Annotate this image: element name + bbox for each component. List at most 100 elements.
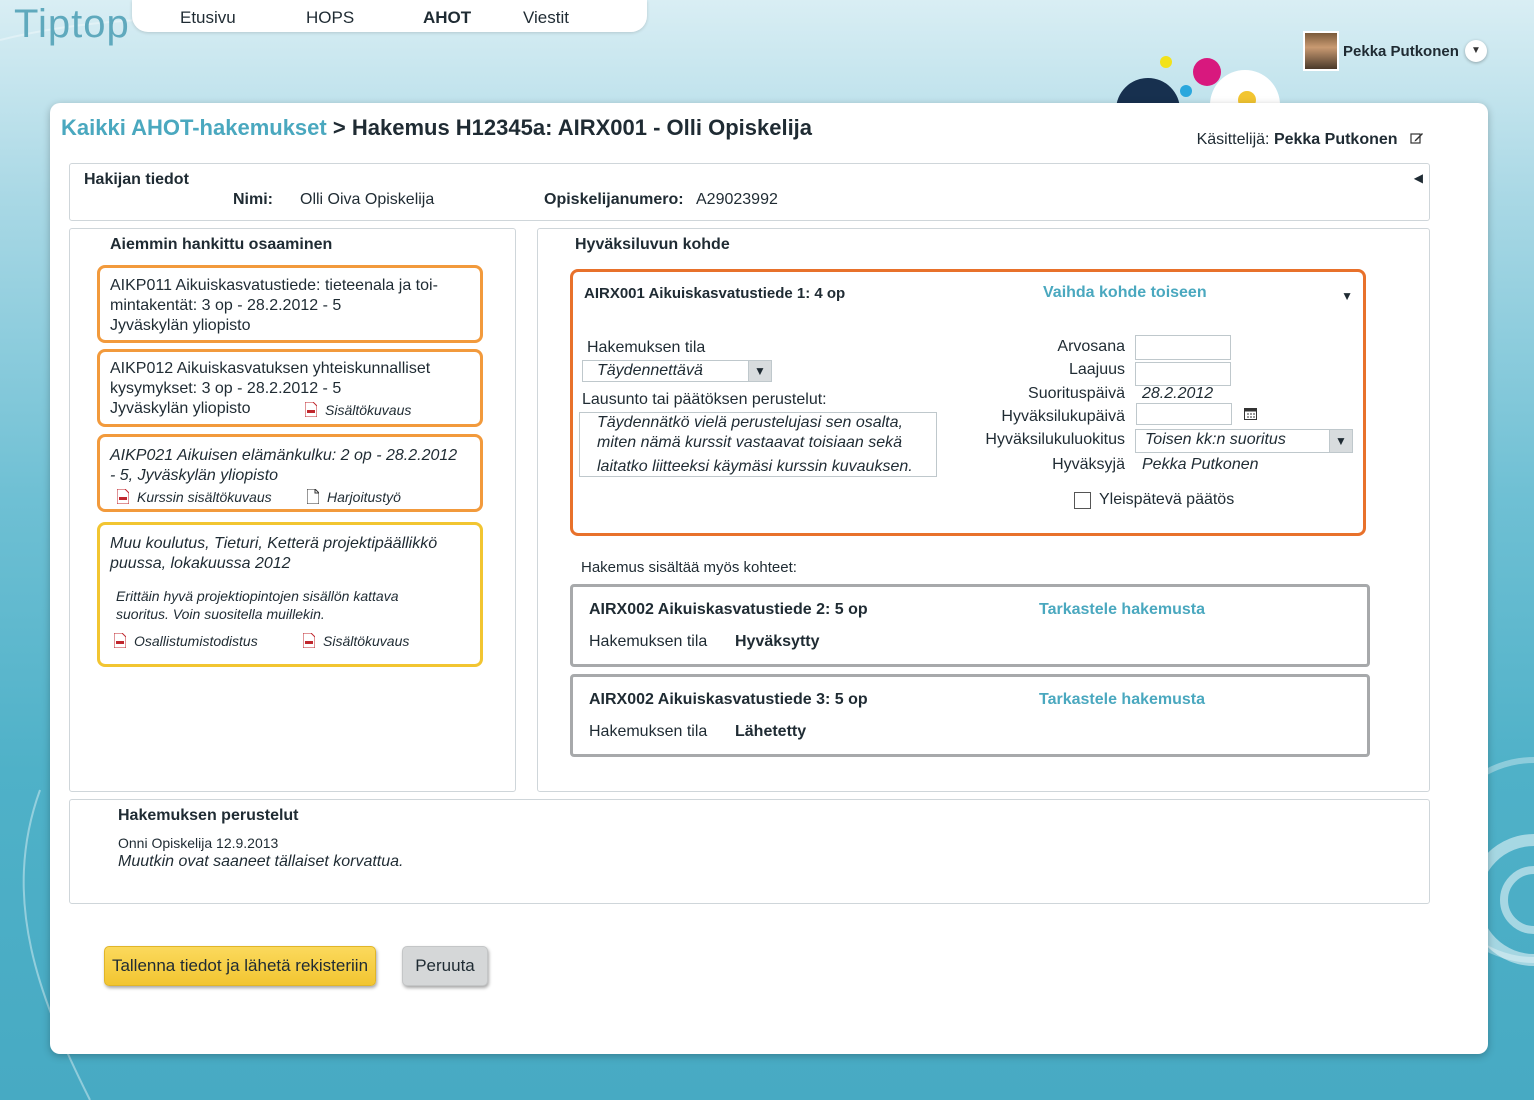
attachment-link[interactable]: Kurssin sisältökuvaus bbox=[117, 489, 272, 505]
card-line: mintakentät: 3 op - 28.2.2012 - 5 bbox=[110, 297, 342, 314]
pdf-icon bbox=[117, 489, 129, 504]
rationale-heading: Hakemuksen perustelut bbox=[118, 807, 299, 824]
related-status-label: Hakemuksen tila bbox=[589, 723, 708, 740]
card-line: Muu koulutus, Tieturi, Ketterä projektip… bbox=[110, 535, 438, 552]
general-decision-label: Yleispätevä päätös bbox=[1099, 491, 1235, 508]
student-number-label: Opiskelijanumero: bbox=[544, 191, 684, 208]
related-status-label: Hakemuksen tila bbox=[589, 633, 708, 650]
accreditation-heading: Hyväksiluvun kohde bbox=[575, 236, 730, 253]
change-target-link[interactable]: Vaihda kohde toiseen bbox=[1043, 284, 1207, 302]
chevron-down-icon: ▼ bbox=[748, 361, 771, 381]
top-navigation: Etusivu HOPS AHOT Viestit bbox=[132, 0, 647, 32]
general-decision-checkbox[interactable] bbox=[1074, 492, 1091, 509]
classification-value: Toisen kk:n suoritus bbox=[1145, 431, 1286, 448]
pdf-icon bbox=[305, 402, 317, 417]
related-status-value: Hyväksytty bbox=[735, 633, 820, 650]
attachment-label: Osallistumistodistus bbox=[134, 633, 258, 649]
prior-learning-heading: Aiemmin hankittu osaaminen bbox=[110, 236, 333, 253]
card-line: AIKP021 Aikuisen elämänkulku: 2 op - 28.… bbox=[110, 447, 458, 464]
completion-date-value: 28.2.2012 bbox=[1142, 385, 1214, 402]
classification-label: Hyväksilukuluokitus bbox=[985, 431, 1125, 448]
rationale-author: Onni Opiskelija 12.9.2013 bbox=[118, 835, 279, 851]
grade-input[interactable] bbox=[1135, 335, 1231, 360]
applicant-section: Hakijan tiedot Nimi: Olli Oiva Opiskelij… bbox=[69, 163, 1430, 221]
attachment-link[interactable]: Harjoitustyö bbox=[307, 489, 401, 505]
prior-learning-card[interactable]: AIKP012 Aikuiskasvatuksen yhteiskunnalli… bbox=[97, 349, 483, 427]
breadcrumb-link[interactable]: Kaikki AHOT-hakemukset bbox=[61, 115, 327, 140]
view-application-link[interactable]: Tarkastele hakemusta bbox=[1039, 691, 1205, 709]
statement-textarea[interactable]: Täydennätkö vielä perustelujasi sen osal… bbox=[579, 412, 937, 477]
attachment-label: Sisältökuvaus bbox=[323, 633, 410, 649]
status-value: Täydennettävä bbox=[597, 362, 703, 379]
status-label: Hakemuksen tila bbox=[587, 339, 706, 356]
handler-info: Käsittelijä: Pekka Putkonen bbox=[1197, 131, 1424, 149]
status-select[interactable]: Täydennettävä ▼ bbox=[582, 360, 772, 382]
card-line: AIKP012 Aikuiskasvatuksen yhteiskunnalli… bbox=[110, 360, 431, 377]
decorative-circles bbox=[1116, 56, 1280, 110]
document-icon bbox=[307, 489, 319, 504]
related-course-title: AIRX002 Aikuiskasvatustiede 2: 5 op bbox=[589, 601, 868, 618]
handler-name: Pekka Putkonen bbox=[1273, 131, 1398, 148]
nav-item-viestit[interactable]: Viestit bbox=[523, 8, 569, 28]
attachment-label: Kurssin sisältökuvaus bbox=[137, 489, 272, 505]
prior-learning-card[interactable]: Muu koulutus, Tieturi, Ketterä projektip… bbox=[97, 522, 483, 667]
attachment-label: Harjoitustyö bbox=[327, 489, 401, 505]
save-and-send-button[interactable]: Tallenna tiedot ja lähetä rekisteriin bbox=[104, 946, 376, 986]
statement-line: Täydennätkö vielä perustelujasi sen osal… bbox=[597, 414, 903, 431]
prior-learning-card[interactable]: AIKP011 Aikuiskasvatustiede: tieteenala … bbox=[97, 265, 483, 343]
nav-item-etusivu[interactable]: Etusivu bbox=[180, 8, 236, 28]
app-logo[interactable]: Tiptop bbox=[14, 2, 130, 47]
related-course-title: AIRX002 Aikuiskasvatustiede 3: 5 op bbox=[589, 691, 868, 708]
rationale-section: Hakemuksen perustelut Onni Opiskelija 12… bbox=[69, 799, 1430, 904]
nav-item-ahot[interactable]: AHOT bbox=[423, 8, 471, 28]
calendar-icon[interactable] bbox=[1244, 407, 1257, 420]
cancel-button[interactable]: Peruuta bbox=[402, 946, 488, 986]
page-title: Hakemus H12345a: AIRX001 - Olli Opiskeli… bbox=[351, 115, 813, 140]
chevron-down-icon[interactable]: ▼ bbox=[1341, 289, 1353, 303]
chevron-down-icon: ▼ bbox=[1329, 430, 1352, 452]
breadcrumb-separator: > bbox=[332, 115, 346, 140]
card-line: Jyväskylän yliopisto bbox=[110, 317, 251, 334]
grade-label: Arvosana bbox=[1057, 338, 1125, 355]
card-line: puussa, lokakuussa 2012 bbox=[110, 555, 291, 572]
view-application-link[interactable]: Tarkastele hakemusta bbox=[1039, 601, 1205, 619]
scope-input[interactable] bbox=[1135, 362, 1231, 386]
main-panel: Kaikki AHOT-hakemukset > Hakemus H12345a… bbox=[50, 103, 1488, 1054]
collapse-icon[interactable]: ◀ bbox=[1414, 171, 1423, 185]
card-line: AIKP011 Aikuiskasvatustiede: tieteenala … bbox=[110, 277, 438, 294]
user-name[interactable]: Pekka Putkonen bbox=[1343, 43, 1459, 60]
breadcrumb: Kaikki AHOT-hakemukset > Hakemus H12345a… bbox=[61, 115, 812, 141]
statement-line: laitatko liitteeksi käymäsi kurssin kuva… bbox=[597, 458, 913, 475]
card-line: kysymykset: 3 op - 28.2.2012 - 5 bbox=[110, 380, 342, 397]
card-description: suoritus. Voin suositella muillekin. bbox=[116, 606, 325, 622]
attachment-link[interactable]: Sisältökuvaus bbox=[305, 402, 411, 418]
chevron-down-icon[interactable]: ▼ bbox=[1465, 40, 1487, 62]
attachment-link[interactable]: Sisältökuvaus bbox=[303, 633, 409, 649]
related-application-card: AIRX002 Aikuiskasvatustiede 2: 5 op Tark… bbox=[570, 584, 1370, 667]
also-includes-heading: Hakemus sisältää myös kohteet: bbox=[581, 559, 797, 576]
statement-label: Lausunto tai päätöksen perustelut: bbox=[582, 391, 827, 408]
student-number-value: A29023992 bbox=[696, 191, 778, 208]
target-course-title: AIRX001 Aikuiskasvatustiede 1: 4 op bbox=[584, 285, 846, 302]
attachment-link[interactable]: Osallistumistodistus bbox=[114, 633, 258, 649]
applicant-heading: Hakijan tiedot bbox=[84, 171, 189, 188]
scope-label: Laajuus bbox=[1068, 361, 1125, 378]
avatar[interactable] bbox=[1303, 31, 1339, 71]
classification-select[interactable]: Toisen kk:n suoritus ▼ bbox=[1135, 429, 1353, 453]
statement-line: miten nämä kurssit vastaavat toisiaan se… bbox=[597, 434, 903, 451]
rationale-text: Muutkin ovat saaneet tällaiset korvattua… bbox=[118, 853, 404, 870]
approver-label: Hyväksyjä bbox=[1052, 456, 1125, 473]
name-label: Nimi: bbox=[233, 191, 273, 208]
related-application-card: AIRX002 Aikuiskasvatustiede 3: 5 op Tark… bbox=[570, 674, 1370, 757]
nav-item-hops[interactable]: HOPS bbox=[306, 8, 354, 28]
attachment-label: Sisältökuvaus bbox=[325, 402, 412, 418]
accreditation-date-label: Hyväksilukupäivä bbox=[1001, 408, 1125, 425]
related-status-value: Lähetetty bbox=[735, 723, 807, 740]
edit-icon[interactable] bbox=[1410, 131, 1424, 145]
pdf-icon bbox=[114, 633, 126, 648]
accreditation-date-input[interactable] bbox=[1136, 403, 1232, 425]
card-line: - 5, Jyväskylän yliopisto bbox=[110, 467, 279, 484]
prior-learning-card[interactable]: AIKP021 Aikuisen elämänkulku: 2 op - 28.… bbox=[97, 434, 483, 512]
name-value: Olli Oiva Opiskelija bbox=[300, 191, 435, 208]
approver-value: Pekka Putkonen bbox=[1142, 456, 1259, 473]
